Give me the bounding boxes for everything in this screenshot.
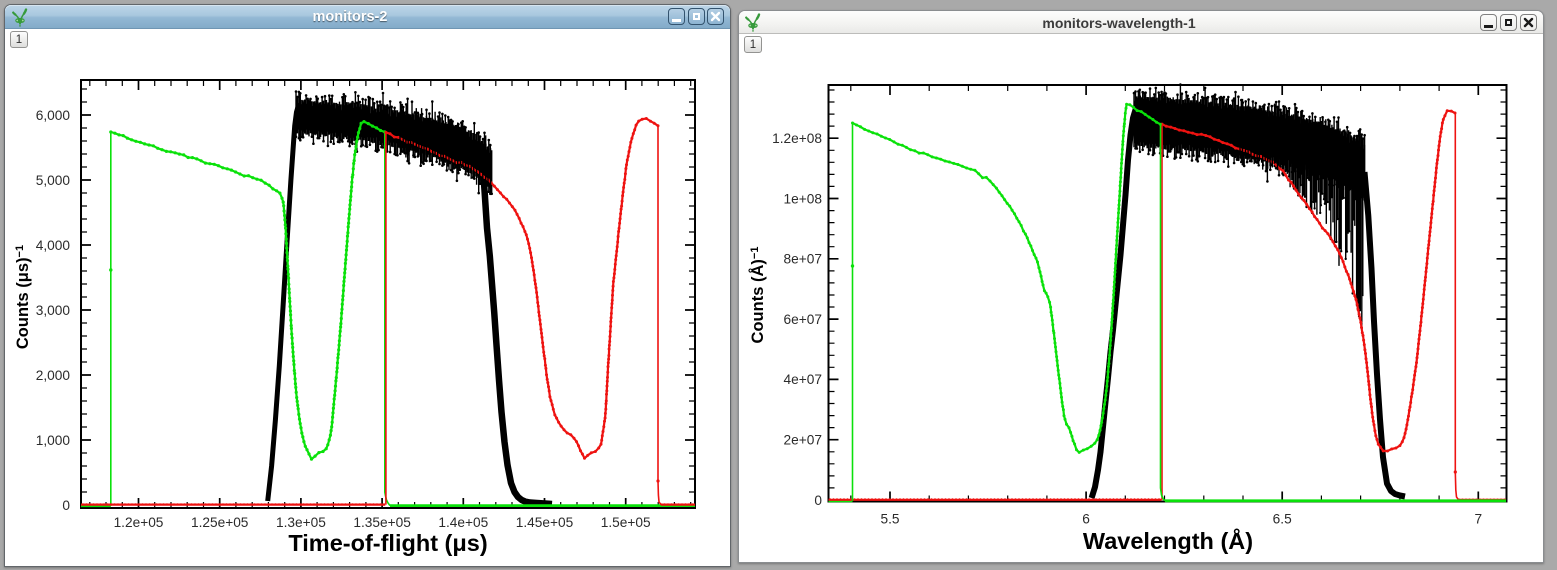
svg-text:2,000: 2,000 bbox=[36, 368, 71, 383]
svg-text:4e+07: 4e+07 bbox=[784, 372, 822, 387]
svg-text:2e+07: 2e+07 bbox=[784, 433, 822, 448]
svg-text:6e+07: 6e+07 bbox=[784, 312, 822, 327]
svg-text:1.4e+05: 1.4e+05 bbox=[438, 515, 488, 530]
svg-text:5,000: 5,000 bbox=[36, 173, 71, 188]
svg-text:0: 0 bbox=[62, 498, 70, 513]
svg-text:1.2e+05: 1.2e+05 bbox=[114, 515, 164, 530]
svg-text:Wavelength (Å): Wavelength (Å) bbox=[1083, 527, 1253, 554]
svg-text:Counts (Å)−1: Counts (Å)−1 bbox=[748, 247, 767, 344]
svg-text:1.2e+08: 1.2e+08 bbox=[772, 131, 822, 146]
svg-text:0: 0 bbox=[814, 493, 822, 508]
svg-text:4,000: 4,000 bbox=[36, 238, 71, 253]
svg-text:Counts (μs)−1: Counts (μs)−1 bbox=[14, 245, 32, 349]
svg-text:7: 7 bbox=[1474, 512, 1482, 527]
svg-text:1.5e+05: 1.5e+05 bbox=[601, 515, 651, 530]
svg-text:1.3e+05: 1.3e+05 bbox=[276, 515, 326, 530]
svg-text:1.35e+05: 1.35e+05 bbox=[353, 515, 411, 530]
svg-text:1.45e+05: 1.45e+05 bbox=[516, 515, 574, 530]
svg-text:1.25e+05: 1.25e+05 bbox=[191, 515, 249, 530]
svg-text:Time-of-flight (μs): Time-of-flight (μs) bbox=[288, 530, 487, 556]
svg-text:6,000: 6,000 bbox=[36, 108, 71, 123]
svg-text:3,000: 3,000 bbox=[36, 303, 71, 318]
svg-text:5.5: 5.5 bbox=[880, 512, 899, 527]
svg-text:1,000: 1,000 bbox=[36, 433, 71, 448]
svg-text:6.5: 6.5 bbox=[1273, 512, 1292, 527]
svg-text:1e+08: 1e+08 bbox=[784, 191, 823, 206]
svg-text:8e+07: 8e+07 bbox=[784, 252, 822, 267]
svg-text:6: 6 bbox=[1082, 512, 1090, 527]
